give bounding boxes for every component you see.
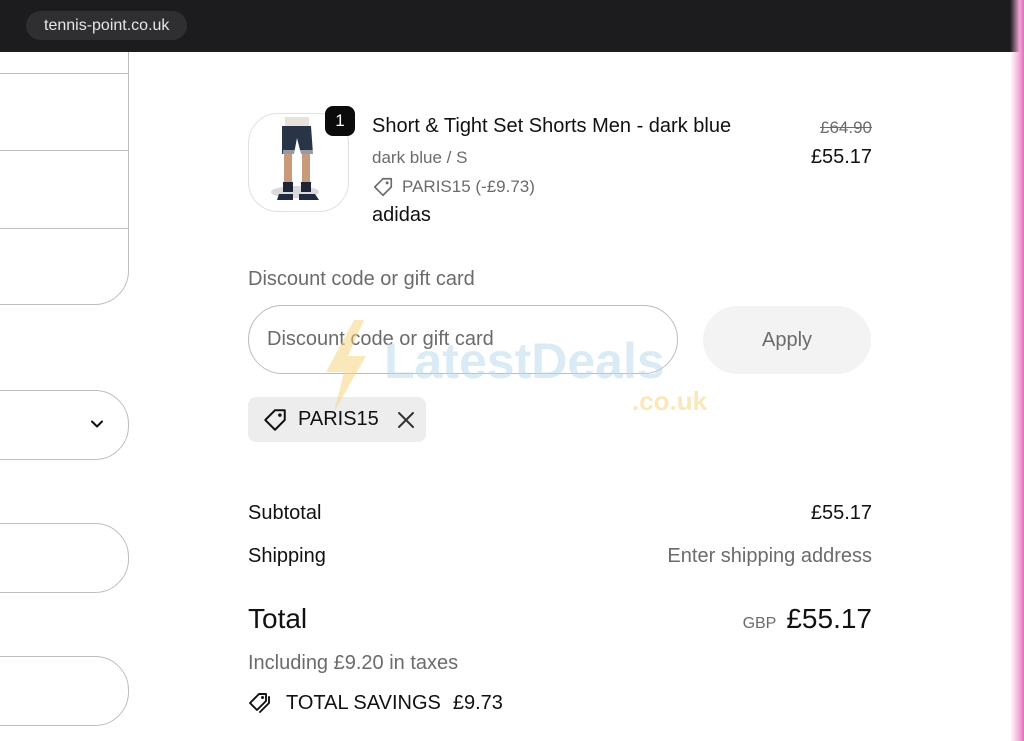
address-bar[interactable]: tennis-point.co.uk [26,11,188,40]
tags-icon [249,693,270,713]
browser-top-bar: tennis-point.co.uk [0,0,1024,52]
subtotal-row: Subtotal £55.17 [248,502,872,525]
applied-discount-chip: PARIS15 [248,397,426,442]
form-field[interactable] [0,73,127,150]
product-discount: PARIS15 (-£9.73) [372,176,535,198]
product-discount-text: PARIS15 (-£9.73) [402,177,535,196]
taxes-note: Including £9.20 in taxes [248,652,459,674]
apply-button[interactable]: Apply [703,306,871,374]
total-value: £55.17 [786,603,872,634]
product-price: £55.17 [810,146,872,168]
product-title: Short & Tight Set Shorts Men - dark blue [372,115,732,137]
quantity-badge: 1 [325,106,355,136]
form-field[interactable] [0,523,129,593]
product-brand: adidas [372,204,431,226]
subtotal-value: £55.17 [810,502,872,524]
total-label: Total [248,603,308,634]
product-variant: dark blue / S [372,148,468,167]
savings-value: £9.73 [452,691,503,714]
watermark-suffix: .co.uk [632,386,708,414]
savings-label: TOTAL SAVINGS [286,691,441,714]
edge-glow [1010,0,1024,741]
tag-icon [373,177,393,197]
shipping-label: Shipping [248,545,326,567]
subtotal-label: Subtotal [248,502,322,524]
form-field[interactable] [0,656,129,726]
country-select[interactable] [0,390,129,460]
discount-code-input[interactable] [248,305,678,374]
discount-label: Discount code or gift card [248,268,475,290]
total-amount-group: GBP £55.17 [743,603,872,635]
close-icon[interactable] [396,410,416,430]
original-price: £64.90 [820,118,872,137]
applied-code-label: PARIS15 [298,408,379,430]
total-row: Total GBP £55.17 [248,603,872,635]
currency-code: GBP [742,615,777,632]
chevron-down-icon [91,420,103,428]
shipping-value: Enter shipping address [667,545,872,567]
form-field[interactable] [0,229,127,303]
shipping-row: Shipping Enter shipping address [248,545,872,568]
total-savings: TOTAL SAVINGS £9.73 [248,690,503,716]
form-field[interactable] [0,151,127,228]
tag-icon [264,408,286,431]
